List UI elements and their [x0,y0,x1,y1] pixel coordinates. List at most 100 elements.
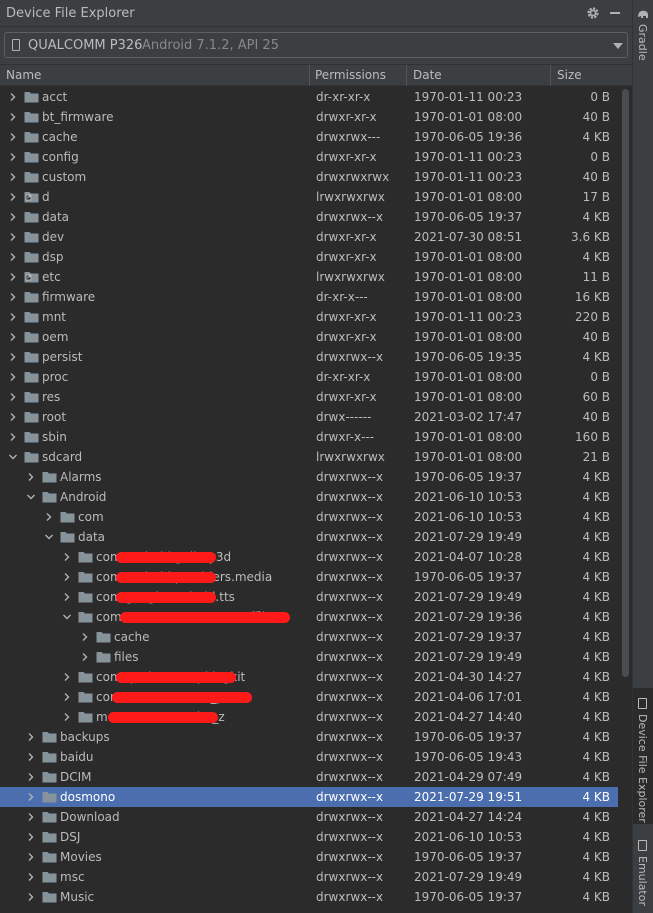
chevron-right-icon[interactable] [26,852,36,862]
tree-row[interactable]: com.xxxxxxxxxxxxxxxx.offlinedrwxrwx--x20… [0,607,618,627]
gear-icon[interactable] [585,5,601,21]
chevron-right-icon[interactable] [8,152,18,162]
chevron-right-icon[interactable] [8,232,18,242]
chevron-down-icon[interactable] [44,532,54,542]
tree-row[interactable]: dosmono drwxrwx--x 2021-07-29 19:51 4 KB [0,787,618,807]
chevron-right-icon[interactable] [62,712,72,722]
chevron-right-icon[interactable] [26,872,36,882]
chevron-right-icon[interactable] [8,312,18,322]
tree-row[interactable]: com.android.providers.mediadrwxrwx--x197… [0,567,618,587]
tree-row[interactable]: root drwx------ 2021-03-02 17:47 40 B [0,407,618,427]
tree-row[interactable]: baidu drwxrwx--x 1970-06-05 19:43 4 KB [0,747,618,767]
chevron-right-icon[interactable] [8,192,18,202]
chevron-down-icon[interactable] [8,452,18,462]
chevron-right-icon[interactable] [80,652,90,662]
chevron-right-icon[interactable] [26,472,36,482]
chevron-right-icon[interactable] [8,352,18,362]
tree-row[interactable]: proc dr-xr-xr-x 1970-01-01 08:00 0 B [0,367,618,387]
tree-row[interactable]: com.qualcomm.qti.logkitdrwxrwx--x2021-04… [0,667,618,687]
tab-device-file-explorer[interactable]: Device File Explorer [633,688,653,824]
column-divider[interactable] [550,65,551,86]
tree-row[interactable]: Music drwxrwx--x 1970-06-05 19:37 4 KB [0,887,618,907]
column-header-permissions[interactable]: Permissions [315,68,386,82]
chevron-right-icon[interactable] [8,372,18,382]
tree-row[interactable]: acct dr-xr-xr-x 1970-01-11 00:23 0 B [0,87,618,107]
tree-row[interactable]: Download drwxrwx--x 2021-04-27 14:24 4 KB [0,807,618,827]
device-selector[interactable]: QUALCOMM P326 Android 7.1.2, API 25 [4,32,628,58]
tree-row[interactable]: cache drwxrwx--x 2021-07-29 19:37 4 KB [0,627,618,647]
scrollbar-thumb[interactable] [622,89,629,677]
tree-row[interactable]: com.android.gallery3ddrwxrwx--x2021-04-0… [0,547,618,567]
column-divider[interactable] [406,65,407,86]
tree-row[interactable]: DSJ drwxrwx--x 2021-06-10 10:53 4 KB [0,827,618,847]
chevron-right-icon[interactable] [62,552,72,562]
tree-row[interactable]: firmware dr-xr-x--- 1970-01-01 08:00 16 KB [0,287,618,307]
tree-row[interactable]: res drwxr-xr-x 1970-01-01 08:00 60 B [0,387,618,407]
tree-row[interactable]: DCIM drwxrwx--x 2021-04-29 07:49 4 KB [0,767,618,787]
file-permissions: drwxr-xr-x [316,390,377,404]
chevron-right-icon[interactable] [26,832,36,842]
chevron-right-icon[interactable] [26,772,36,782]
tree-row[interactable]: backups drwxrwx--x 1970-06-05 19:37 4 KB [0,727,618,747]
tree-row[interactable]: mnt drwxr-xr-x 1970-01-11 00:23 220 B [0,307,618,327]
tree-row[interactable]: dsp drwxr-xr-x 1970-01-01 08:00 4 KB [0,247,618,267]
tree-row[interactable]: bt_firmware drwxr-xr-x 1970-01-01 08:00 40 … [0,107,618,127]
tree-row[interactable]: sbin drwxr-x--- 1970-01-01 08:00 160 B [0,427,618,447]
tree-row[interactable]: sdcard lrwxrwxrwx 1970-01-01 08:00 21 B [0,447,618,467]
tree-row[interactable]: m.xxxxxxxxxxxxlar_zdrwxrwx--x2021-04-27 … [0,707,618,727]
chevron-right-icon[interactable] [26,732,36,742]
chevron-right-icon[interactable] [8,292,18,302]
tree-row[interactable]: dev drwxr-xr-x 2021-07-30 08:51 3.6 KB [0,227,618,247]
tree-row[interactable]: cache drwxrwx--- 1970-06-05 19:36 4 KB [0,127,618,147]
chevron-right-icon[interactable] [62,672,72,682]
tree-row[interactable]: data drwxrwx--x 1970-06-05 19:37 4 KB [0,207,618,227]
chevron-right-icon[interactable] [44,512,54,522]
tree-row[interactable]: Movies drwxrwx--x 1970-06-05 19:37 4 KB [0,847,618,867]
column-divider[interactable] [309,65,310,86]
chevron-right-icon[interactable] [8,332,18,342]
tree-row[interactable]: data drwxrwx--x 2021-07-29 19:49 4 KB [0,527,618,547]
tab-gradle[interactable]: Gradle [633,4,653,66]
tab-emulator[interactable]: Emulator [633,834,653,910]
chevron-right-icon[interactable] [8,432,18,442]
folder-icon [96,652,111,663]
chevron-right-icon[interactable] [26,892,36,902]
chevron-right-icon[interactable] [62,692,72,702]
column-header-date[interactable]: Date [413,68,442,82]
file-permissions: drwxrwx--x [316,490,384,504]
chevron-right-icon[interactable] [26,812,36,822]
chevron-right-icon[interactable] [26,792,36,802]
tree-row[interactable]: custom drwxrwxrwx 1970-01-11 00:23 40 B [0,167,618,187]
tree-row[interactable]: com.google.android.ttsdrwxrwx--x2021-07-… [0,587,618,607]
chevron-right-icon[interactable] [8,392,18,402]
tree-row[interactable]: etc lrwxrwxrwx 1970-01-01 08:00 11 B [0,267,618,287]
chevron-right-icon[interactable] [8,172,18,182]
chevron-right-icon[interactable] [8,132,18,142]
tree-row[interactable]: files drwxrwx--x 2021-07-29 19:49 4 KB [0,647,618,667]
chevron-right-icon[interactable] [62,592,72,602]
chevron-right-icon[interactable] [62,572,72,582]
tree-row[interactable]: persist drwxrwx--x 1970-06-05 19:35 4 KB [0,347,618,367]
chevron-right-icon[interactable] [8,412,18,422]
chevron-down-icon[interactable] [62,612,72,622]
chevron-right-icon[interactable] [8,92,18,102]
vertical-scrollbar[interactable] [620,87,632,913]
minimize-icon[interactable] [610,12,620,14]
tree-row[interactable]: Android drwxrwx--x 2021-06-10 10:53 4 KB [0,487,618,507]
chevron-right-icon[interactable] [8,212,18,222]
column-header-name[interactable]: Name [6,68,41,82]
tree-row[interactable]: config drwxr-xr-x 1970-01-11 00:23 0 B [0,147,618,167]
chevron-right-icon[interactable] [8,272,18,282]
tree-row[interactable]: msc drwxrwx--x 2021-07-29 19:49 4 KB [0,867,618,887]
chevron-right-icon[interactable] [80,632,90,642]
tree-row[interactable]: d lrwxrwxrwx 1970-01-01 08:00 17 B [0,187,618,207]
tree-row[interactable]: com.xxxxxxxxxxxx_p326drwxrwx--x2021-04-0… [0,687,618,707]
tree-row[interactable]: oem drwxr-xr-x 1970-01-01 08:00 40 B [0,327,618,347]
chevron-down-icon[interactable] [26,492,36,502]
tree-row[interactable]: Alarms drwxrwx--x 1970-06-05 19:37 4 KB [0,467,618,487]
tree-row[interactable]: com drwxrwx--x 2021-06-10 10:53 4 KB [0,507,618,527]
chevron-right-icon[interactable] [8,112,18,122]
column-header-size[interactable]: Size [557,68,582,82]
chevron-right-icon[interactable] [26,752,36,762]
chevron-right-icon[interactable] [8,252,18,262]
